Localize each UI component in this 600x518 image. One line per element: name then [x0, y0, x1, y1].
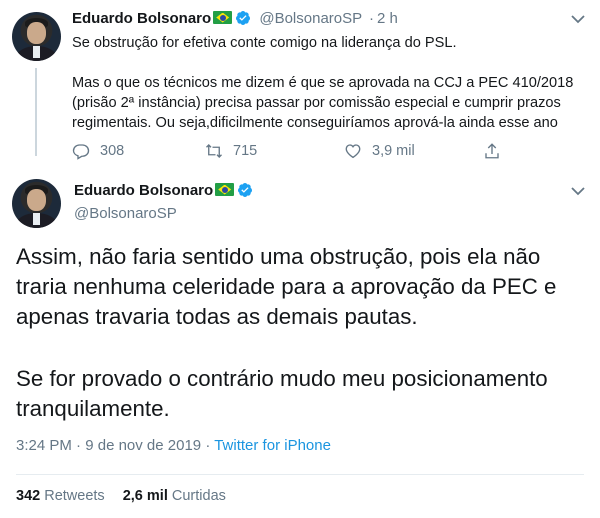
- tweet-text-line: regimentais. Ou seja,dificilmente conseg…: [72, 115, 558, 131]
- tweet-text-line: tranquilamente.: [16, 396, 170, 421]
- reply-icon: [72, 144, 90, 160]
- share-icon: [485, 143, 499, 159]
- display-name[interactable]: Eduardo Bolsonaro: [74, 182, 253, 199]
- divider: [16, 474, 584, 475]
- reply-button[interactable]: 308: [72, 141, 124, 161]
- display-name-text: Eduardo Bolsonaro: [74, 182, 214, 199]
- brazil-flag-icon: [215, 183, 235, 196]
- tweet-date[interactable]: 9 de nov de 2019: [85, 437, 201, 454]
- separator-dot: ·: [369, 10, 375, 27]
- tweet-text-line: Se obstrução for efetiva conte comigo na…: [72, 35, 457, 51]
- chevron-down-icon[interactable]: [571, 14, 585, 24]
- tweet-time[interactable]: 3:24 PM: [16, 437, 72, 454]
- tweet-text-line: Se for provado o contrário mudo meu posi…: [16, 366, 548, 391]
- reply-count: 308: [100, 143, 125, 159]
- retweet-count: 715: [233, 143, 258, 159]
- retweet-button[interactable]: 715: [205, 141, 257, 161]
- like-count: 3,9 mil: [372, 143, 415, 159]
- chevron-down-icon[interactable]: [571, 186, 585, 196]
- tweet-text-line: Assim, não faria sentido uma obstrução, …: [16, 244, 541, 269]
- likes-count: 2,6 mil: [122, 488, 168, 504]
- tweet-text-line: traria nenhuma celeridade para a aprovaç…: [16, 274, 557, 299]
- likes-stat[interactable]: 2,6 mil Curtidas: [123, 488, 226, 504]
- tweet-text-line: Mas o que os técnicos me dizem é que se …: [72, 75, 574, 91]
- separator-dot: ·: [201, 437, 215, 454]
- retweets-count: 342: [16, 488, 41, 504]
- verified-icon: [238, 183, 253, 197]
- retweet-icon: [206, 144, 222, 158]
- verified-icon: [236, 11, 251, 25]
- retweets-stat[interactable]: 342 Retweets: [16, 488, 105, 504]
- separator-dot: ·: [71, 437, 86, 454]
- avatar[interactable]: [12, 12, 61, 61]
- tweet-text-line: apenas travaria todas as demais pautas.: [16, 304, 418, 329]
- avatar[interactable]: [12, 179, 61, 228]
- tweet-source-link[interactable]: Twitter for iPhone: [214, 437, 331, 454]
- retweets-label: Retweets: [44, 488, 105, 504]
- user-handle[interactable]: @BolsonaroSP: [259, 10, 362, 27]
- display-name[interactable]: Eduardo Bolsonaro: [72, 10, 211, 27]
- user-handle[interactable]: @BolsonaroSP: [74, 205, 177, 222]
- share-button[interactable]: [483, 141, 511, 161]
- likes-label: Curtidas: [171, 488, 226, 504]
- tweet-text-line: (prisão 2ª instância) precisa passar por…: [72, 95, 561, 111]
- tweet-stats: 342 Retweets 2,6 mil Curtidas: [16, 488, 226, 504]
- like-icon: [345, 144, 361, 159]
- tweet-timestamp[interactable]: 2 h: [377, 10, 398, 27]
- thread-connector: [35, 68, 37, 156]
- like-button[interactable]: 3,9 mil: [344, 141, 415, 161]
- brazil-flag-icon: [213, 11, 233, 24]
- tweet-header: Eduardo Bolsonaro @BolsonaroSP · 2 h: [72, 10, 398, 27]
- tweet-meta: 3:24 PM · 9 de nov de 2019 · Twitter for…: [16, 437, 331, 454]
